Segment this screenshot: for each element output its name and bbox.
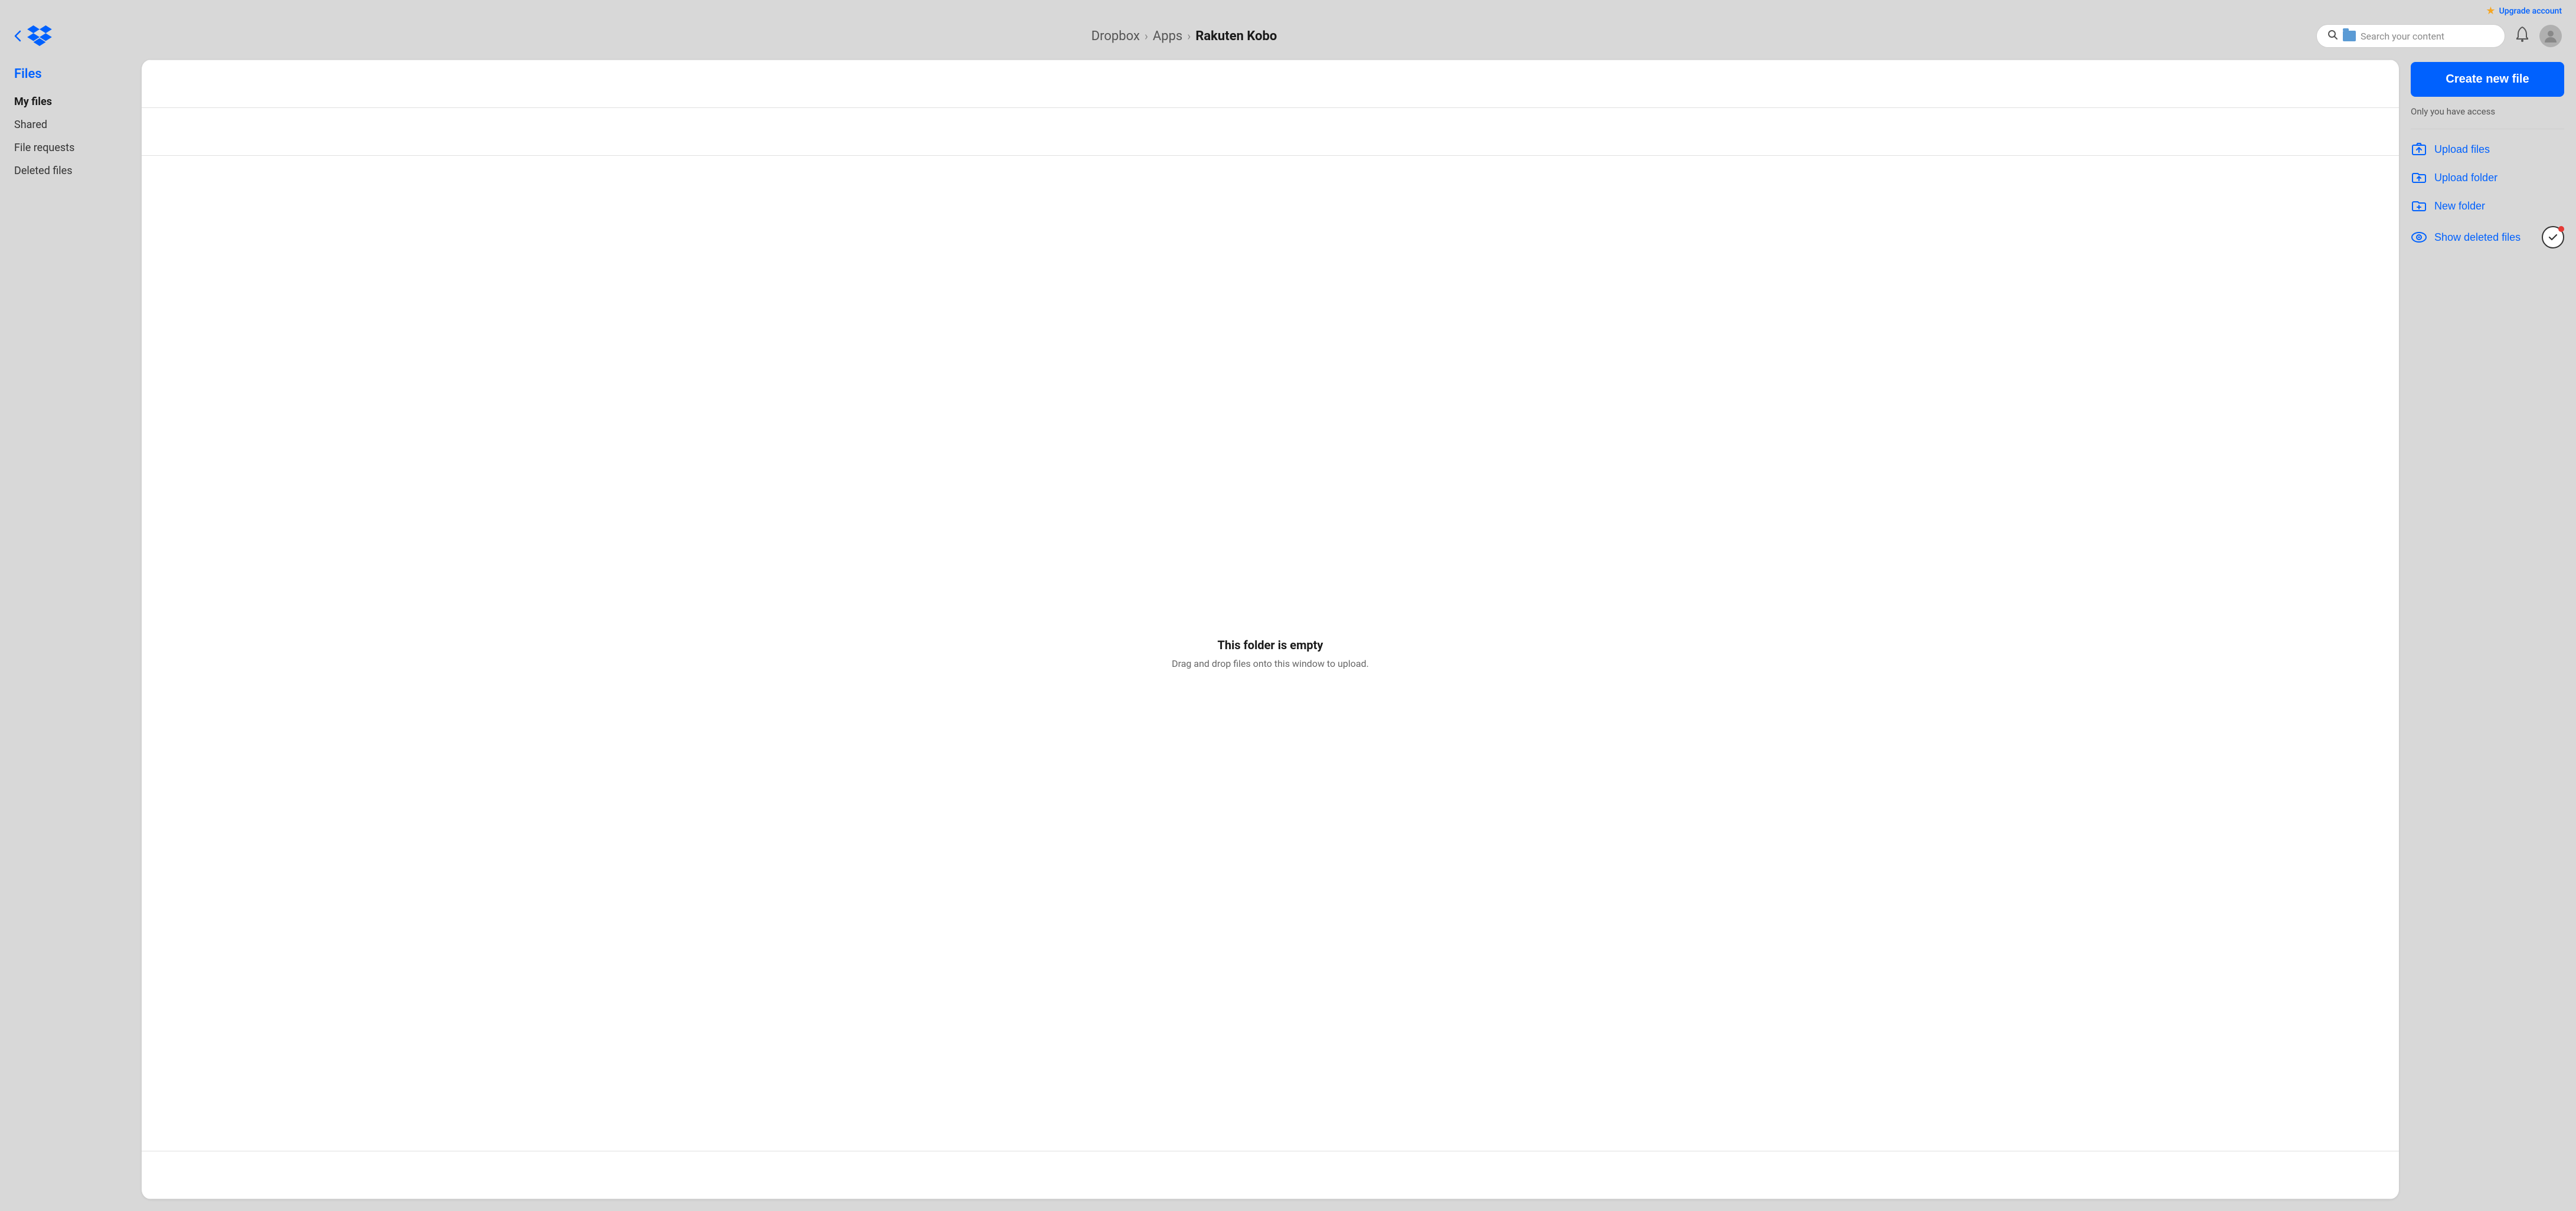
sidebar-item-shared[interactable]: Shared — [14, 119, 116, 131]
sidebar-item-label: My files — [14, 96, 52, 108]
search-folder-icon — [2343, 31, 2356, 41]
right-panel: Create new file Only you have access Upl… — [2411, 60, 2564, 1199]
upload-folder-button[interactable]: Upload folder — [2411, 169, 2564, 186]
breadcrumb-part2[interactable]: Apps — [1153, 29, 1182, 44]
sidebar-section-title: Files — [14, 67, 116, 81]
show-deleted-files-button[interactable]: Show deleted files — [2411, 229, 2542, 246]
header: Dropbox › Apps › Rakuten Kobo Search you… — [0, 17, 2576, 55]
breadcrumb-current: Rakuten Kobo — [1195, 29, 1277, 44]
file-browser: This folder is empty Drag and drop files… — [142, 60, 2399, 1199]
file-browser-empty: This folder is empty Drag and drop files… — [142, 156, 2399, 1151]
show-deleted-row: Show deleted files — [2411, 226, 2564, 248]
show-deleted-icon — [2411, 229, 2427, 246]
search-placeholder: Search your content — [2361, 31, 2444, 42]
access-text: Only you have access — [2411, 106, 2564, 117]
sidebar-item-label: Deleted files — [14, 165, 73, 177]
search-bar[interactable]: Search your content — [2316, 24, 2505, 48]
collapse-sidebar-button[interactable] — [14, 30, 22, 42]
breadcrumb-part1[interactable]: Dropbox — [1091, 29, 1140, 44]
chevron-left-icon — [14, 30, 22, 42]
search-icon — [2327, 30, 2338, 42]
main-layout: Files My files Shared File requests Dele… — [0, 55, 2576, 1211]
right-actions: Upload files Upload folder — [2411, 141, 2564, 248]
check-button[interactable] — [2542, 226, 2564, 248]
breadcrumb-sep1: › — [1145, 29, 1148, 43]
top-bar: ★ Upgrade account — [0, 0, 2576, 17]
new-folder-icon — [2411, 198, 2427, 214]
dropbox-logo — [27, 25, 52, 47]
new-folder-button[interactable]: New folder — [2411, 198, 2564, 214]
sidebar-item-filerequests[interactable]: File requests — [14, 142, 116, 154]
divider-2 — [142, 107, 2399, 108]
sidebar: Files My files Shared File requests Dele… — [0, 55, 130, 1211]
sidebar-nav: My files Shared File requests Deleted fi… — [14, 96, 116, 177]
notification-button[interactable] — [2515, 26, 2530, 47]
show-deleted-label: Show deleted files — [2434, 231, 2521, 244]
sidebar-item-label: Shared — [14, 119, 47, 131]
breadcrumb: Dropbox › Apps › Rakuten Kobo — [1091, 29, 1277, 44]
new-folder-label: New folder — [2434, 200, 2485, 212]
empty-folder-subtitle: Drag and drop files onto this window to … — [1172, 658, 1369, 669]
upgrade-link[interactable]: ★ Upgrade account — [2486, 5, 2562, 17]
content-area: This folder is empty Drag and drop files… — [130, 55, 2576, 1211]
red-dot — [2558, 226, 2564, 232]
upgrade-label: Upgrade account — [2499, 6, 2562, 16]
sidebar-item-label: File requests — [14, 142, 74, 154]
header-left — [14, 25, 52, 47]
upload-files-icon — [2411, 141, 2427, 158]
sidebar-item-deletedfiles[interactable]: Deleted files — [14, 165, 116, 177]
upload-folder-icon — [2411, 169, 2427, 186]
star-icon: ★ — [2486, 5, 2495, 17]
upload-files-button[interactable]: Upload files — [2411, 141, 2564, 158]
upload-files-label: Upload files — [2434, 143, 2490, 156]
browser-bottom-spacer — [142, 1151, 2399, 1199]
breadcrumb-sep2: › — [1187, 29, 1191, 43]
create-new-file-button[interactable]: Create new file — [2411, 62, 2564, 97]
avatar[interactable] — [2539, 25, 2562, 47]
empty-folder-title: This folder is empty — [1218, 638, 1323, 652]
sidebar-item-myfiles[interactable]: My files — [14, 96, 116, 108]
header-center: Dropbox › Apps › Rakuten Kobo — [52, 29, 2316, 44]
upload-folder-label: Upload folder — [2434, 172, 2497, 184]
header-right: Search your content — [2316, 24, 2562, 48]
